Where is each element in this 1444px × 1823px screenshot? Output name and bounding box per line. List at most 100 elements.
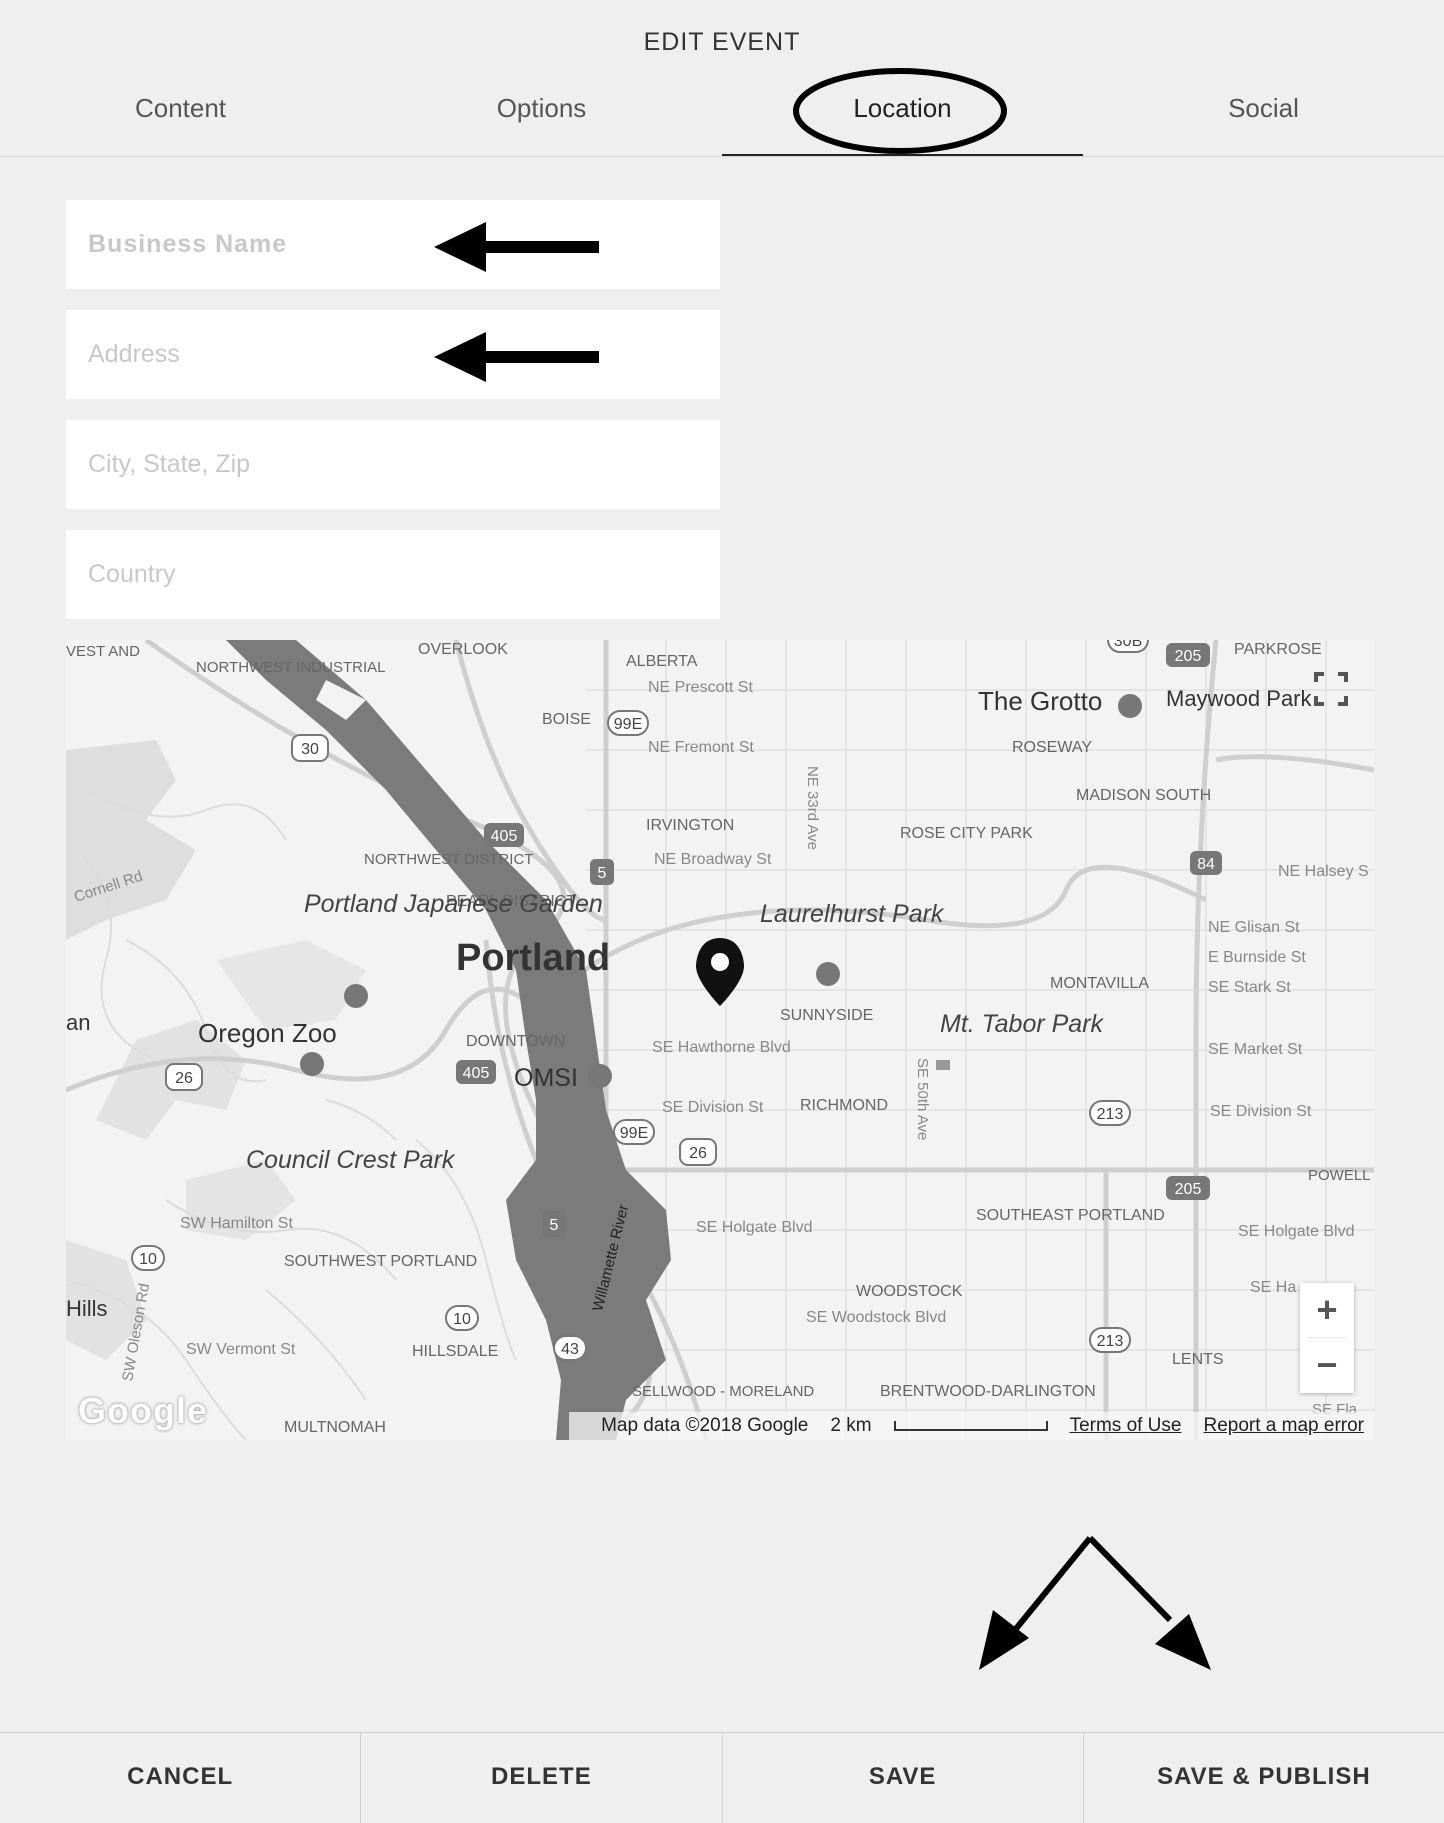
svg-text:5: 5: [550, 1217, 559, 1234]
map-label: Portland Japanese Garden: [304, 890, 603, 918]
annotation-arrows-down: [979, 1535, 1211, 1670]
tab-bar: Content Options Location Social: [0, 72, 1444, 157]
map-label: POWELL - GIL: [1308, 1167, 1374, 1184]
map-label: SW Vermont St: [186, 1341, 296, 1358]
delete-button[interactable]: DELETE: [361, 1733, 723, 1823]
dialog-title: EDIT EVENT: [643, 28, 801, 56]
map-label: DOWNTOWN: [466, 1033, 565, 1050]
highway-shield: 10: [445, 1305, 479, 1331]
highway-shield: 5: [590, 859, 614, 885]
map-label: OVERLOOK: [418, 641, 508, 658]
map-label: NE Halsey S: [1278, 863, 1369, 880]
terms-of-use-link[interactable]: Terms of Use: [1070, 1415, 1182, 1437]
svg-text:99E: 99E: [620, 1125, 648, 1142]
map-label: Council Crest Park: [246, 1146, 456, 1174]
map-label: SUNNYSIDE: [780, 1007, 873, 1024]
svg-text:405: 405: [491, 828, 518, 845]
map-label: ROSE CITY PARK: [900, 825, 1033, 842]
zoom-in-button[interactable]: +: [1300, 1283, 1354, 1337]
cancel-button[interactable]: CANCEL: [0, 1733, 362, 1823]
highway-shield: 213: [1089, 1327, 1131, 1353]
map-label: ROSEWAY: [1012, 739, 1092, 756]
highway-shield: 26: [165, 1063, 203, 1091]
map-label: NORTHWEST DISTRICT: [364, 851, 533, 868]
svg-text:205: 205: [1175, 1181, 1202, 1198]
map-label: PARKROSE: [1234, 641, 1322, 658]
map-label: OMSI: [514, 1064, 578, 1092]
highway-shield: 26: [679, 1138, 717, 1166]
map-label: SE Woodstock Blvd: [806, 1309, 946, 1326]
city-state-zip-input[interactable]: [66, 420, 720, 509]
map-label: MULTNOMAH: [284, 1419, 386, 1436]
svg-text:26: 26: [689, 1145, 707, 1162]
svg-text:30B: 30B: [1114, 640, 1142, 650]
svg-text:26: 26: [175, 1070, 193, 1087]
svg-text:213: 213: [1097, 1333, 1124, 1350]
map-label: SE Hawthorne Blvd: [652, 1039, 791, 1056]
map-label: HILLSDALE: [412, 1343, 498, 1360]
map-label: SE Market St: [1208, 1041, 1303, 1058]
highway-shield: 213: [1089, 1100, 1131, 1126]
svg-text:205: 205: [1175, 648, 1202, 665]
svg-text:99E: 99E: [614, 716, 642, 733]
highway-shield: 99E: [613, 1119, 655, 1145]
save-publish-button[interactable]: SAVE & PUBLISH: [1084, 1733, 1444, 1823]
tab-social[interactable]: Social: [1083, 72, 1444, 156]
report-map-error-link[interactable]: Report a map error: [1203, 1415, 1364, 1437]
map-label: Oregon Zoo: [198, 1018, 337, 1048]
fullscreen-icon[interactable]: [1308, 666, 1354, 712]
zoom-out-button[interactable]: −: [1300, 1338, 1354, 1392]
map-label: SE Ha: [1250, 1279, 1296, 1296]
highway-shield: 5: [542, 1211, 566, 1237]
svg-text:213: 213: [1097, 1106, 1124, 1123]
svg-text:84: 84: [1197, 856, 1215, 873]
svg-text:5: 5: [598, 865, 607, 882]
country-input[interactable]: [66, 530, 720, 619]
svg-text:10: 10: [139, 1251, 157, 1268]
map-attribution-bar: Map data ©2018 Google 2 km Terms of Use …: [569, 1412, 1374, 1440]
highway-shield: 405: [456, 1060, 496, 1084]
map-label: SW Hamilton St: [180, 1215, 293, 1232]
map-scale: 2 km: [830, 1415, 1048, 1437]
map-label: Maywood Park: [1166, 686, 1313, 711]
svg-text:405: 405: [463, 1065, 490, 1082]
map-label: NE 33rd Ave: [804, 766, 821, 850]
map-label: RICHMOND: [800, 1097, 888, 1114]
map-label: WOODSTOCK: [856, 1283, 963, 1300]
map-label: NE Prescott St: [648, 679, 753, 696]
svg-text:43: 43: [561, 1341, 579, 1358]
map-label: SOUTHWEST PORTLAND: [284, 1253, 477, 1270]
scale-bar: [893, 1420, 1048, 1431]
map-label: SE Holgate Blvd: [696, 1219, 813, 1236]
location-map[interactable]: VEST AND NORTHWEST INDUSTRIAL OVERLOOK A…: [66, 640, 1374, 1440]
highway-shield: 84: [1190, 851, 1222, 875]
tab-options[interactable]: Options: [361, 72, 722, 156]
annotation-arrow-left: [434, 332, 599, 382]
svg-text:30: 30: [301, 741, 319, 758]
map-label: NE Broadway St: [654, 851, 772, 868]
map-label: NE Fremont St: [648, 739, 754, 756]
save-button[interactable]: SAVE: [723, 1733, 1084, 1823]
map-canvas: VEST AND NORTHWEST INDUSTRIAL OVERLOOK A…: [66, 640, 1374, 1440]
map-label: SE Division St: [662, 1099, 764, 1116]
map-label: an: [66, 1010, 90, 1035]
google-logo: Google: [78, 1390, 208, 1431]
highway-shield: 10: [131, 1245, 165, 1271]
map-scale-label: 2 km: [830, 1415, 872, 1436]
highway-shield: 99E: [607, 710, 649, 736]
highway-shield: 205: [1166, 643, 1210, 667]
map-label: SE Holgate Blvd: [1238, 1223, 1355, 1240]
map-label: SE 50th Ave: [914, 1058, 931, 1140]
map-label: MONTAVILLA: [1050, 975, 1149, 992]
business-name-input[interactable]: [66, 200, 720, 289]
map-label: NE Glisan St: [1208, 919, 1300, 936]
map-label: Mt. Tabor Park: [940, 1010, 1105, 1038]
highway-shield: 43: [553, 1335, 587, 1361]
map-label: Laurelhurst Park: [760, 900, 945, 928]
map-label: SOUTHEAST PORTLAND: [976, 1207, 1165, 1224]
map-label: Hills: [66, 1296, 108, 1321]
address-input[interactable]: [66, 310, 720, 399]
map-label: BOISE: [542, 711, 591, 728]
tab-content[interactable]: Content: [0, 72, 361, 156]
annotation-arrow-left: [434, 222, 599, 272]
